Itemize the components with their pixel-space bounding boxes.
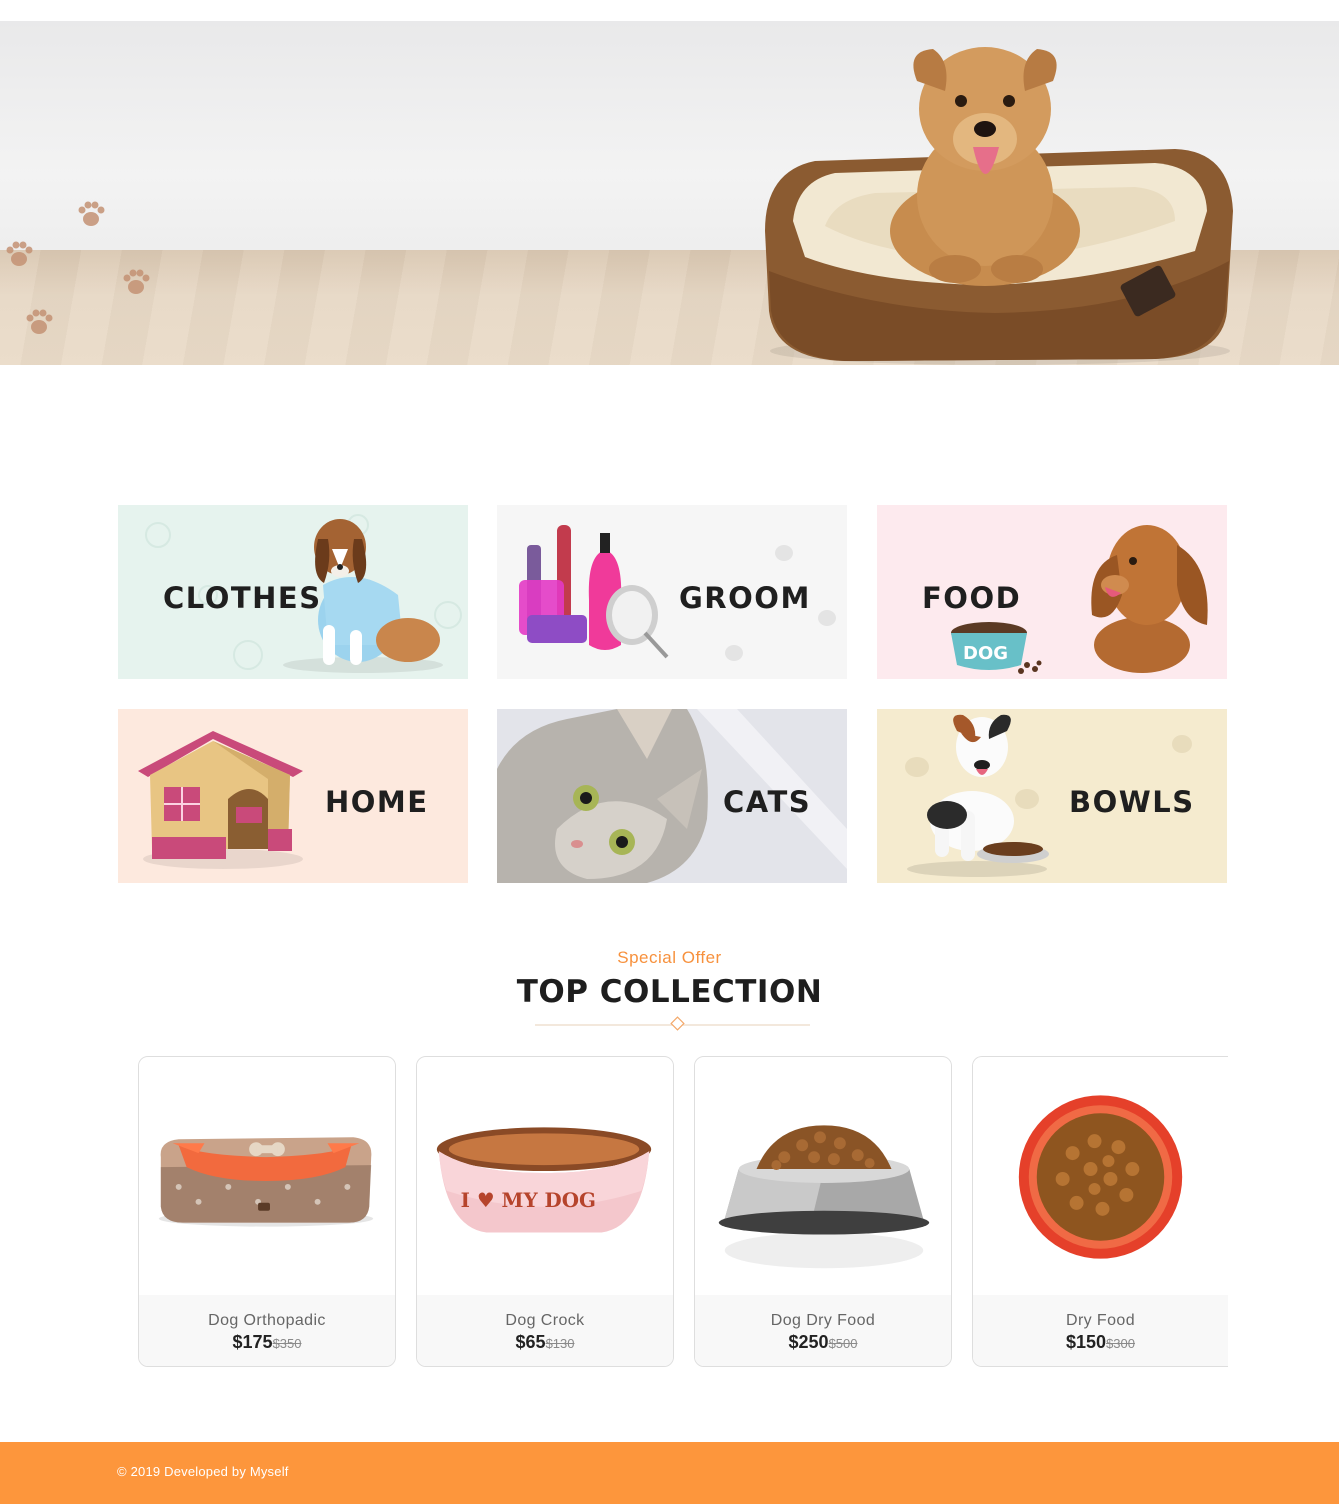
- category-tile-cats[interactable]: CATS: [497, 709, 847, 883]
- svg-text:DOG: DOG: [963, 643, 1008, 664]
- footer-copyright: © 2019 Developed by Myself: [117, 1464, 289, 1479]
- product-name[interactable]: Dog Dry Food: [695, 1312, 951, 1330]
- product-name[interactable]: Dog Orthopadic: [139, 1312, 395, 1330]
- product-info: Dog Orthopadic $175$350: [139, 1295, 395, 1366]
- product-name[interactable]: Dry Food: [973, 1312, 1228, 1330]
- product-price: $65: [515, 1332, 546, 1352]
- product-info: Dry Food $150$300: [973, 1295, 1228, 1366]
- section-subtitle: Special Offer: [617, 948, 722, 967]
- pet-bed-image: [139, 1057, 395, 1295]
- category-label: GROOM: [679, 581, 811, 615]
- product-name[interactable]: Dog Crock: [417, 1312, 673, 1330]
- product-info: Dog Dry Food $250$500: [695, 1295, 951, 1366]
- product-card[interactable]: I ♥ MY DOG Dog Crock $65$130: [416, 1056, 674, 1367]
- product-prices: $175$350: [139, 1332, 395, 1353]
- category-label: CLOTHES: [163, 581, 322, 615]
- product-prices: $250$500: [695, 1332, 951, 1353]
- product-old-price: $350: [272, 1336, 302, 1351]
- product-prices: $65$130: [417, 1332, 673, 1353]
- product-old-price: $130: [545, 1336, 575, 1351]
- category-tile-food[interactable]: DOG FOOD: [877, 505, 1227, 679]
- product-card[interactable]: Dog Dry Food $250$500: [694, 1056, 952, 1367]
- bowl-print-text: I ♥ MY DOG: [461, 1188, 596, 1212]
- paw-print-icon: [6, 241, 33, 266]
- product-card[interactable]: Dog Orthopadic $175$350: [138, 1056, 396, 1367]
- category-label: BOWLS: [1069, 785, 1195, 819]
- footer: © 2019 Developed by Myself: [0, 1442, 1339, 1504]
- dog-on-bed-image: [765, 47, 1233, 365]
- red-bowl-image: [973, 1057, 1228, 1295]
- product-info: Dog Crock $65$130: [417, 1295, 673, 1366]
- category-tile-bowls[interactable]: BOWLS: [877, 709, 1227, 883]
- product-old-price: $300: [1106, 1336, 1135, 1351]
- pink-bowl-image: I ♥ MY DOG: [417, 1057, 673, 1295]
- product-price: $175: [232, 1332, 273, 1352]
- product-prices: $150$300: [973, 1332, 1228, 1353]
- category-tile-clothes[interactable]: CLOTHES: [118, 505, 468, 679]
- category-label: FOOD: [922, 581, 1022, 615]
- section-title: TOP COLLECTION: [516, 974, 823, 1010]
- product-price: $150: [1066, 1332, 1107, 1352]
- product-card[interactable]: Dry Food $150$300: [972, 1056, 1228, 1367]
- category-tile-groom[interactable]: GROOM: [497, 505, 847, 679]
- steel-bowl-image: [695, 1057, 951, 1295]
- paw-print-icon: [78, 201, 105, 226]
- hero-banner: [0, 21, 1339, 365]
- paw-print-icon: [26, 309, 53, 334]
- category-label: HOME: [325, 785, 429, 819]
- category-label: CATS: [723, 785, 812, 819]
- product-old-price: $500: [828, 1336, 858, 1351]
- paw-print-icon: [123, 269, 150, 294]
- title-divider: [535, 1016, 810, 1031]
- product-price: $250: [788, 1332, 829, 1352]
- category-tile-home[interactable]: HOME: [118, 709, 468, 883]
